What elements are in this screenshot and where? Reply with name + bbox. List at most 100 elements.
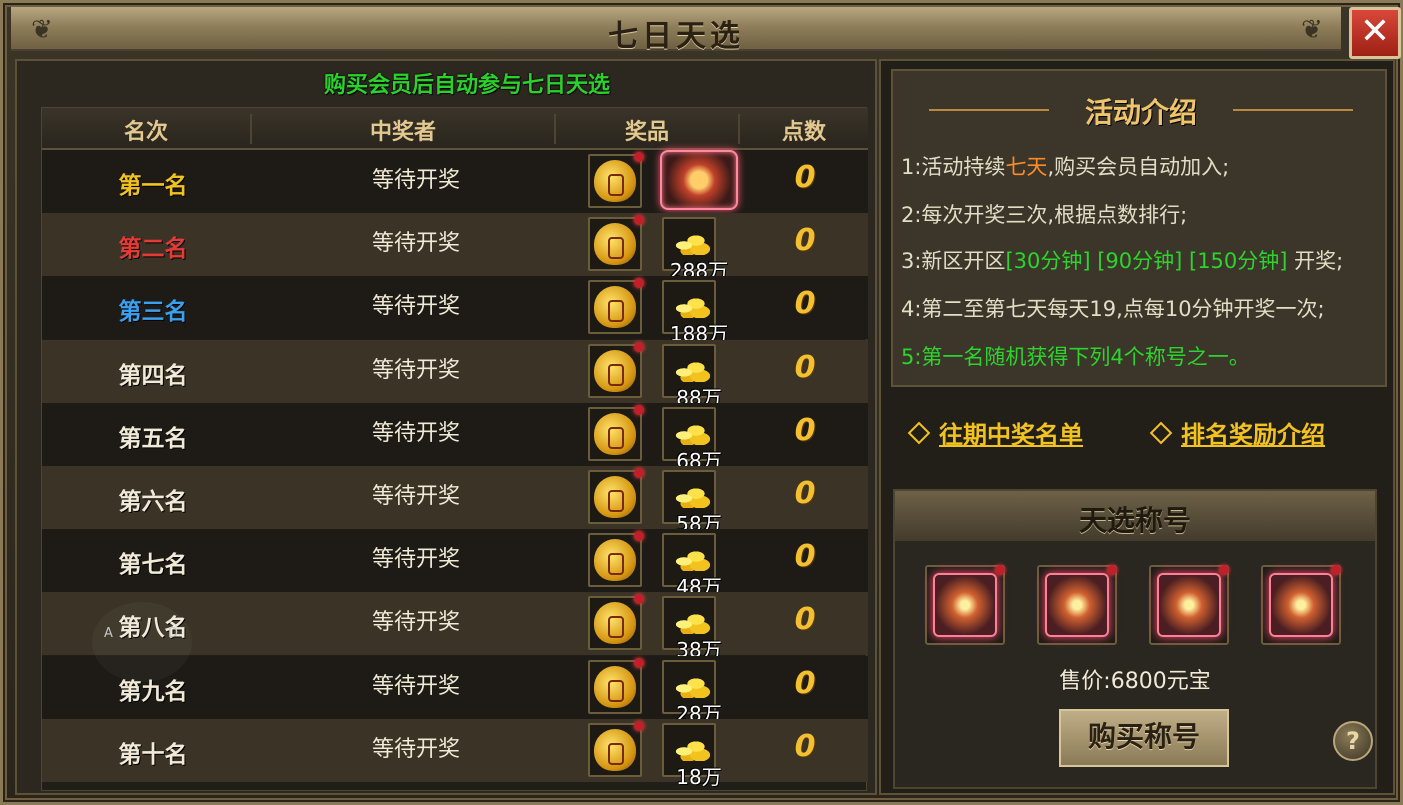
prize-slot-bag[interactable] [588, 468, 644, 524]
rule-5: 5:第一名随机获得下列4个称号之一。 [901, 345, 1250, 369]
points-value: 0 [794, 476, 816, 511]
gold-bag-icon [594, 728, 636, 771]
header-winner: 中奖者 [252, 114, 556, 145]
red-dot-icon [634, 531, 644, 542]
prize-slot-bag[interactable] [588, 720, 644, 777]
prize-slot-bag[interactable] [588, 215, 644, 272]
title-slot-2[interactable] [1037, 565, 1117, 645]
rule-1-text-c: ,购买会员自动加入; [1047, 155, 1230, 179]
winner-label: 等待开奖 [371, 610, 460, 636]
red-dot-icon [634, 278, 644, 289]
winner-label: 等待开奖 [371, 294, 460, 320]
red-dot-icon [634, 468, 644, 478]
close-icon: ✕ [1359, 11, 1391, 52]
prize-slot-bag[interactable] [588, 657, 644, 714]
red-dot-icon [995, 565, 1005, 575]
rule-1-text-a: 1:活动持续 [901, 155, 1006, 179]
rank-reward-link[interactable]: 排名奖励介绍 [1149, 415, 1325, 450]
title-slot-4[interactable] [1261, 565, 1341, 645]
rule-1-highlight: 七天 [1005, 155, 1048, 179]
red-dot-icon [1331, 565, 1341, 575]
history-winners-label: 往期中奖名单 [939, 421, 1083, 449]
table-row: 第四名 等待开奖 88万 0 [42, 339, 868, 410]
gold-bag-icon [594, 602, 636, 645]
points-value: 0 [794, 539, 816, 575]
gold-bag-icon [594, 665, 636, 708]
price-text: 售价:6800元宝 [1059, 669, 1211, 694]
rank-label: 第十名 [118, 741, 188, 768]
title-badge-icon[interactable] [660, 150, 738, 210]
close-button[interactable]: ✕ [1349, 7, 1401, 59]
rule-3-text-c: 开奖; [1287, 249, 1344, 273]
game-window: ❦ ❦ 七日天选 ✕ 购买会员后自动参与七日天选 名次 中奖者 奖品 点数 第一… [0, 0, 1403, 805]
title-slot-3[interactable] [1149, 565, 1229, 645]
window-title: 七日天选 [608, 19, 744, 54]
activity-intro-box: 活动介绍 1:活动持续七天,购买会员自动加入; 2:每次开奖三次,根据点数排行;… [891, 69, 1387, 387]
buy-title-button[interactable]: 购买称号 [1059, 709, 1229, 767]
gold-bag-icon [594, 476, 636, 518]
winner-label: 等待开奖 [371, 420, 460, 446]
ranking-panel: 购买会员后自动参与七日天选 名次 中奖者 奖品 点数 第一名 等待开奖 0 第二名 等待… [15, 59, 877, 795]
title-shop-label: 天选称号 [1078, 504, 1191, 537]
points-value: 0 [794, 728, 816, 764]
prize-slot-bag[interactable] [588, 152, 644, 208]
winner-label: 等待开奖 [371, 736, 460, 762]
table-row: 第一名 等待开奖 0 [42, 150, 868, 213]
red-dot-icon [1107, 565, 1117, 575]
gold-coins-icon [672, 610, 712, 635]
rank-label: 第七名 [118, 552, 188, 579]
table-row: 第六名 等待开奖 58万 0 [42, 466, 868, 536]
history-winners-link[interactable]: 往期中奖名单 [907, 415, 1083, 450]
prize-slot-bag[interactable] [588, 278, 644, 335]
ranking-table: 名次 中奖者 奖品 点数 第一名 等待开奖 0 第二名 等待开奖 288万 0 第三名 等待开奖… [41, 107, 868, 791]
prize-slot-bag[interactable] [588, 341, 644, 398]
red-dot-icon [634, 152, 644, 162]
gold-coins-icon [672, 673, 712, 698]
winner-label: 等待开奖 [371, 357, 460, 383]
diamond-icon [1149, 421, 1173, 445]
winner-label: 等待开奖 [371, 231, 460, 257]
points-value: 0 [794, 160, 816, 195]
points-value: 0 [794, 223, 816, 259]
red-dot-icon [1219, 565, 1229, 575]
rule-2: 2:每次开奖三次,根据点数排行; [901, 203, 1188, 227]
notice-text: 购买会员后自动参与七日天选 [323, 73, 610, 98]
info-panel: 活动介绍 1:活动持续七天,购买会员自动加入; 2:每次开奖三次,根据点数排行;… [879, 59, 1395, 795]
points-value: 0 [794, 665, 816, 701]
gold-coins-icon [672, 484, 712, 508]
virtual-joystick[interactable]: A D [92, 602, 192, 682]
gold-bag-icon [594, 539, 636, 582]
table-row: 第五名 等待开奖 68万 0 [42, 402, 868, 473]
title-badge-icon [1269, 573, 1333, 637]
prize-amount: 18万 [676, 764, 722, 789]
title-badge-icon [1045, 573, 1109, 637]
intro-title: 活动介绍 [893, 91, 1389, 131]
prize-slot-bag[interactable] [588, 594, 644, 651]
gold-coins-icon [672, 736, 712, 761]
red-dot-icon [634, 404, 644, 415]
red-dot-icon [634, 720, 644, 731]
header-prize: 奖品 [556, 114, 740, 145]
rule-4: 4:第二至第七天每天19,点每10分钟开奖一次; [901, 297, 1325, 321]
title-shop-header: 天选称号 [895, 491, 1375, 541]
diamond-icon [907, 421, 931, 445]
prize-slot-bag[interactable] [588, 404, 644, 461]
title-shop-box: 天选称号 售价:6800元宝 购买称号 ? [893, 489, 1377, 789]
joystick-left-key: A [104, 626, 113, 641]
red-dot-icon [634, 594, 644, 605]
title-bar: ❦ ❦ 七日天选 [11, 7, 1341, 54]
rank-label: 第三名 [118, 299, 188, 326]
red-dot-icon [634, 657, 644, 668]
header-points: 点数 [781, 120, 826, 145]
table-header: 名次 中奖者 奖品 点数 [42, 108, 868, 150]
table-row: 第七名 等待开奖 48万 0 [42, 529, 868, 599]
joystick-right-key: D [168, 626, 179, 641]
gold-bag-icon [594, 286, 636, 329]
prize-slot-bag[interactable] [588, 531, 644, 588]
help-button[interactable]: ? [1333, 721, 1373, 761]
title-slot-1[interactable] [925, 565, 1005, 645]
rule-1: 1:活动持续七天,购买会员自动加入; [901, 151, 1229, 181]
rank-label: 第四名 [118, 362, 188, 389]
gold-coins-icon [672, 294, 712, 319]
table-row: 第二名 等待开奖 288万 0 [42, 213, 868, 283]
